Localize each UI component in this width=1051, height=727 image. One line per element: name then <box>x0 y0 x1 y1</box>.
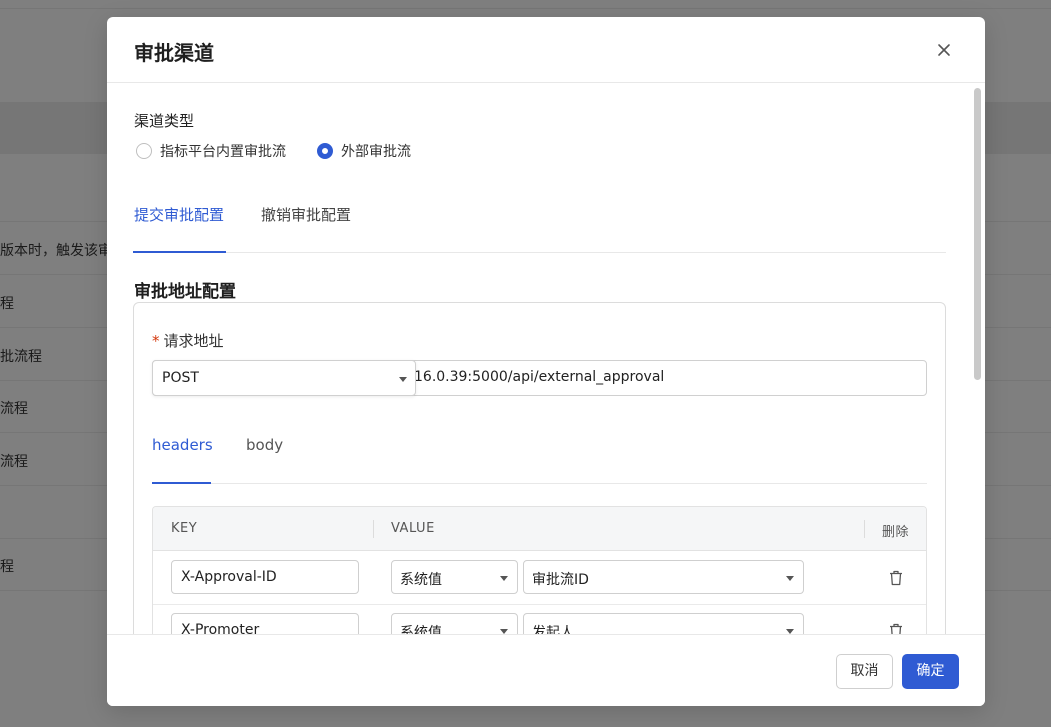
close-icon[interactable] <box>933 39 955 61</box>
radio-unchecked-icon <box>136 143 152 159</box>
column-header-value: VALUE <box>391 521 435 536</box>
tab-revoke-approval[interactable]: 撤销审批配置 <box>261 204 351 225</box>
http-method-value: POST <box>162 370 199 386</box>
radio-external-approval[interactable]: 外部审批流 <box>317 141 411 161</box>
required-mark: * <box>152 332 160 350</box>
approval-channel-modal: 审批渠道 渠道类型 指标平台内置审批流 外部审批流 提交审批配置 撤销审批配置 … <box>107 17 985 706</box>
chevron-down-icon <box>786 576 794 581</box>
column-header-delete: 删除 <box>882 525 910 540</box>
header-key-input[interactable]: X-Approval-ID <box>171 560 359 594</box>
bg-divider <box>0 8 1051 9</box>
radio-label: 指标平台内置审批流 <box>160 144 286 160</box>
radio-checked-icon <box>317 143 333 159</box>
modal-body: 渠道类型 指标平台内置审批流 外部审批流 提交审批配置 撤销审批配置 审批地址配… <box>107 84 985 634</box>
bg-row-text: 流程 <box>0 454 28 470</box>
cancel-button[interactable]: 取消 <box>836 654 893 689</box>
value-source-text: 系统值 <box>400 625 442 634</box>
bg-row-text: 批流程 <box>0 349 42 365</box>
subtab-headers[interactable]: headers <box>152 436 213 454</box>
column-header-key: KEY <box>171 521 198 536</box>
system-value-select[interactable]: 发起人 <box>523 613 804 634</box>
column-separator <box>864 520 865 538</box>
http-method-select[interactable]: POST <box>152 360 416 396</box>
system-value-select[interactable]: 审批流ID <box>523 560 804 594</box>
radio-label: 外部审批流 <box>341 144 411 160</box>
system-value-text: 发起人 <box>532 625 574 634</box>
row-divider <box>153 604 926 605</box>
table-header: KEY VALUE 删除 <box>153 507 926 551</box>
modal-title: 审批渠道 <box>134 41 214 65</box>
modal-header: 审批渠道 <box>107 17 985 83</box>
chevron-down-icon <box>500 576 508 581</box>
request-url-value[interactable]: 16.0.39:5000/api/external_approval <box>414 369 664 385</box>
request-url-label: * 请求地址 <box>152 330 224 351</box>
subtab-body[interactable]: body <box>246 436 283 454</box>
tab-submit-approval[interactable]: 提交审批配置 <box>134 204 224 225</box>
confirm-button[interactable]: 确定 <box>902 654 959 689</box>
section-title: 审批地址配置 <box>134 282 236 302</box>
system-value-text: 审批流ID <box>532 572 589 588</box>
modal-scrollbar[interactable] <box>974 88 981 380</box>
value-source-text: 系统值 <box>400 572 442 588</box>
bg-row-text: 程 <box>0 296 14 312</box>
bg-row-text: 版本时，触发该审 <box>0 243 112 259</box>
active-tab-indicator <box>133 251 226 253</box>
value-source-select[interactable]: 系统值 <box>391 560 518 594</box>
header-key-input[interactable]: X-Promoter <box>171 613 359 634</box>
column-separator <box>373 520 374 538</box>
trash-icon[interactable] <box>889 623 903 634</box>
value-source-select[interactable]: 系统值 <box>391 613 518 634</box>
trash-icon[interactable] <box>889 570 903 586</box>
headers-table: KEY VALUE 删除 X-Approval-ID 系统值 审批流ID X-P… <box>152 506 927 634</box>
radio-builtin-approval[interactable]: 指标平台内置审批流 <box>136 141 286 161</box>
bg-row-text: 程 <box>0 559 14 575</box>
request-url-label-text: 请求地址 <box>163 332 224 350</box>
chevron-down-icon <box>399 377 407 382</box>
subtabs-divider <box>152 483 927 484</box>
bg-row-text: 流程 <box>0 401 28 417</box>
modal-footer: 取消 确定 <box>107 634 985 706</box>
active-subtab-indicator <box>152 482 211 484</box>
channel-type-label: 渠道类型 <box>134 112 195 130</box>
tabs-divider <box>133 252 946 253</box>
